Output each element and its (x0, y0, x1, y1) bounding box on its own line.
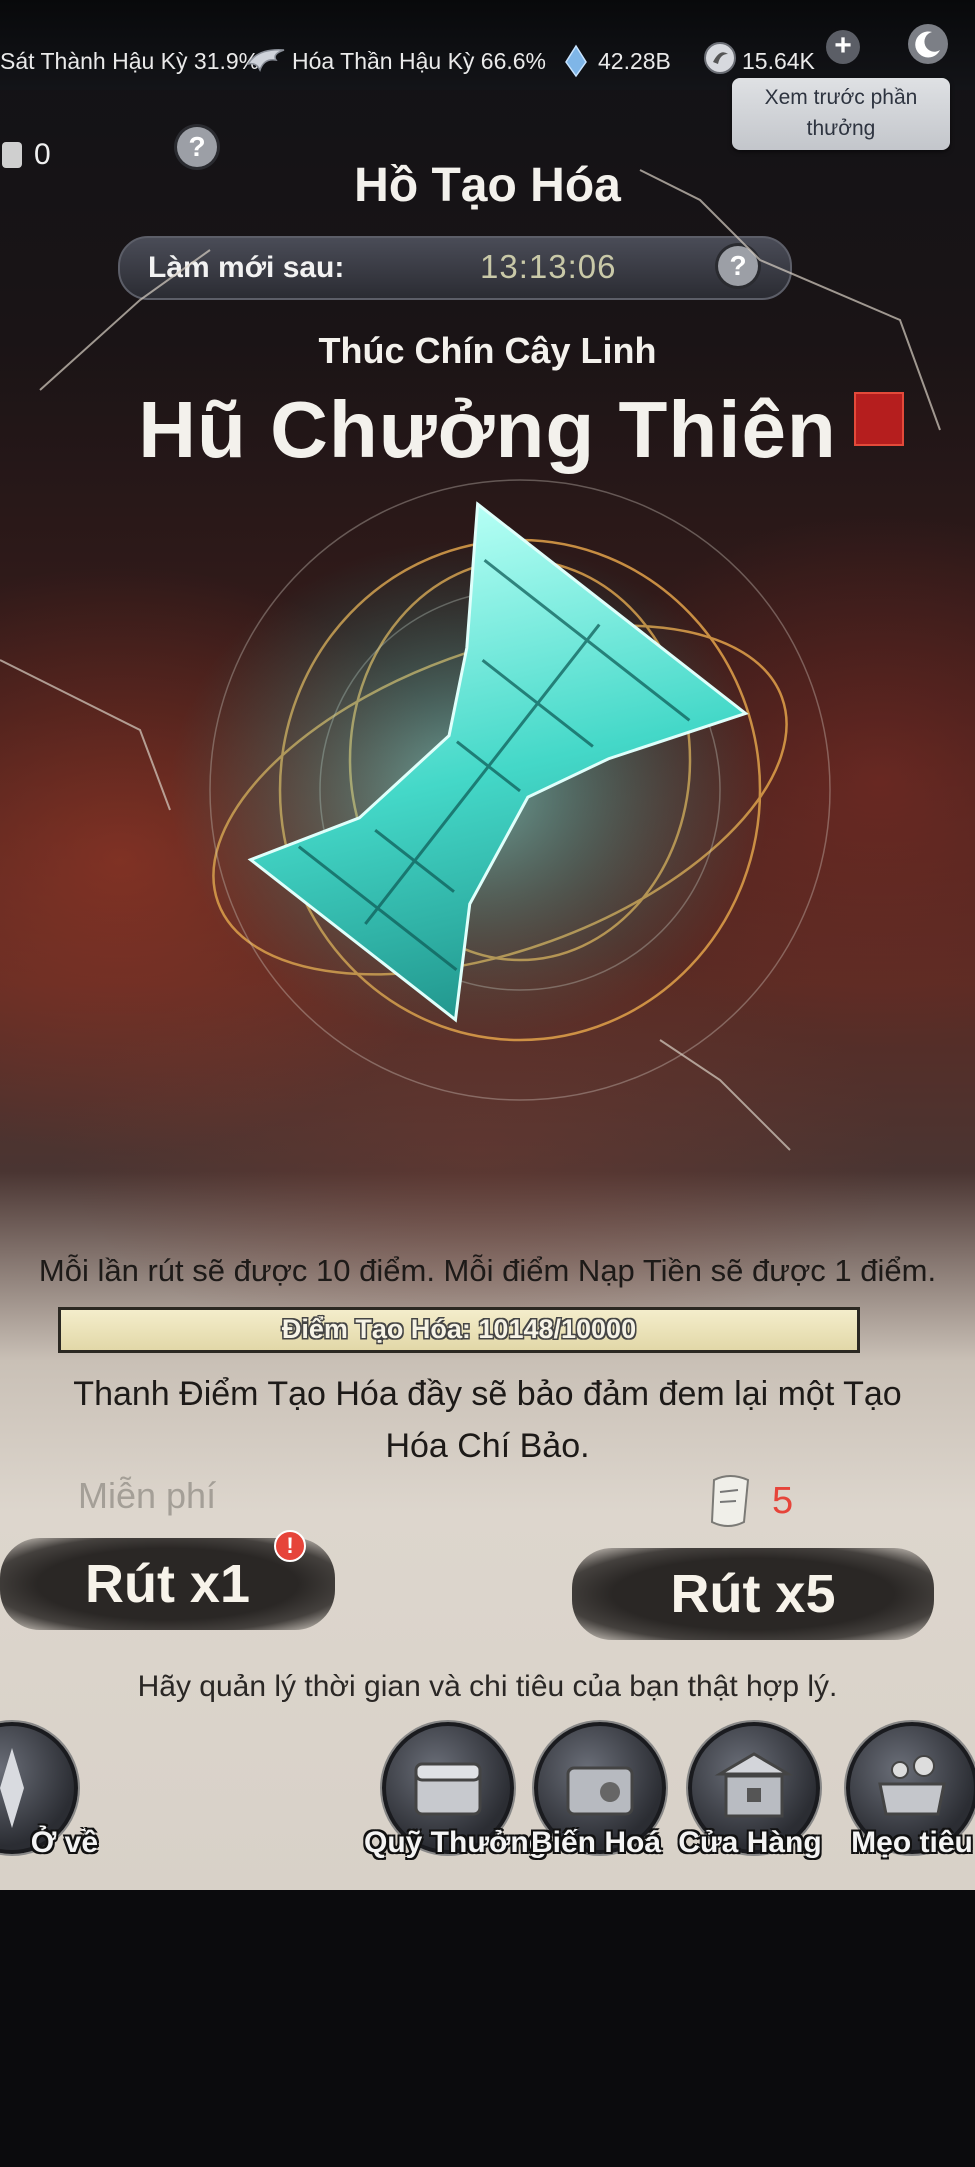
nav-shop[interactable]: Cửa Hàng (678, 1722, 822, 1859)
nav-transform[interactable]: Biến Hoá (526, 1722, 666, 1859)
gold-amount: 15.64K (742, 48, 815, 74)
add-currency-button[interactable]: + (826, 30, 860, 64)
nav-transform-label: Biến Hoá (530, 1826, 662, 1859)
spending-note: Hãy quản lý thời gian và chi tiêu của bạ… (137, 1670, 838, 1703)
item-subtitle: Thúc Chín Cây Linh (318, 330, 657, 371)
draw-x5-label: Rút x5 (670, 1564, 836, 1624)
status-bar: Sát Thành Hậu Kỳ 31.9% Hóa Thần Hậu Kỳ 6… (0, 0, 975, 90)
spirit-stone-amount: 42.28B (598, 48, 671, 74)
nav-tips-label: Mẹo tiêu (851, 1826, 973, 1859)
ticket-cost: 5 (772, 1480, 794, 1522)
stage-progress-left: Sát Thành Hậu Kỳ 31.9% (0, 48, 260, 74)
guarantee-text: Thanh Điểm Tạo Hóa đầy sẽ bảo đảm đem lạ… (73, 1375, 902, 1465)
game-screen: Sát Thành Hậu Kỳ 31.9% Hóa Thần Hậu Kỳ 6… (0, 0, 975, 1890)
seal-stamp (854, 392, 904, 446)
stage-progress-right: Hóa Thần Hậu Kỳ 66.6% (292, 48, 547, 74)
back-button[interactable]: Ở về (0, 1722, 98, 1859)
creation-points-label: Điểm Tạo Hóa: 10148/10000 (281, 1314, 637, 1344)
nav-reward-fund[interactable]: Quỹ Thưởng (364, 1722, 547, 1859)
wing-icon (246, 49, 285, 72)
rule-text: Mỗi lần rút sẽ được 10 điểm. Mỗi điểm Nạ… (38, 1253, 937, 1288)
moon-icon[interactable] (908, 24, 948, 64)
nav-tips[interactable]: Mẹo tiêu (838, 1722, 975, 1859)
nav-reward-fund-label: Quỹ Thưởng (364, 1826, 548, 1859)
ticket-scroll-icon (710, 1475, 750, 1527)
artifact-illustration (170, 479, 831, 1101)
draw-x5-button[interactable]: Rút x5 (572, 1548, 934, 1640)
exclamation-icon: ! (274, 1530, 306, 1562)
draw-x1-label: Rút x1 (84, 1554, 251, 1614)
spirit-stone-icon (565, 44, 587, 78)
free-label: Miễn phí (78, 1475, 217, 1516)
gold-coin-icon (704, 42, 736, 74)
nav-shop-label: Cửa Hàng (678, 1826, 822, 1859)
creation-points-bar: Điểm Tạo Hóa: 10148/10000 (58, 1307, 860, 1353)
back-label: Ở về (30, 1826, 98, 1859)
